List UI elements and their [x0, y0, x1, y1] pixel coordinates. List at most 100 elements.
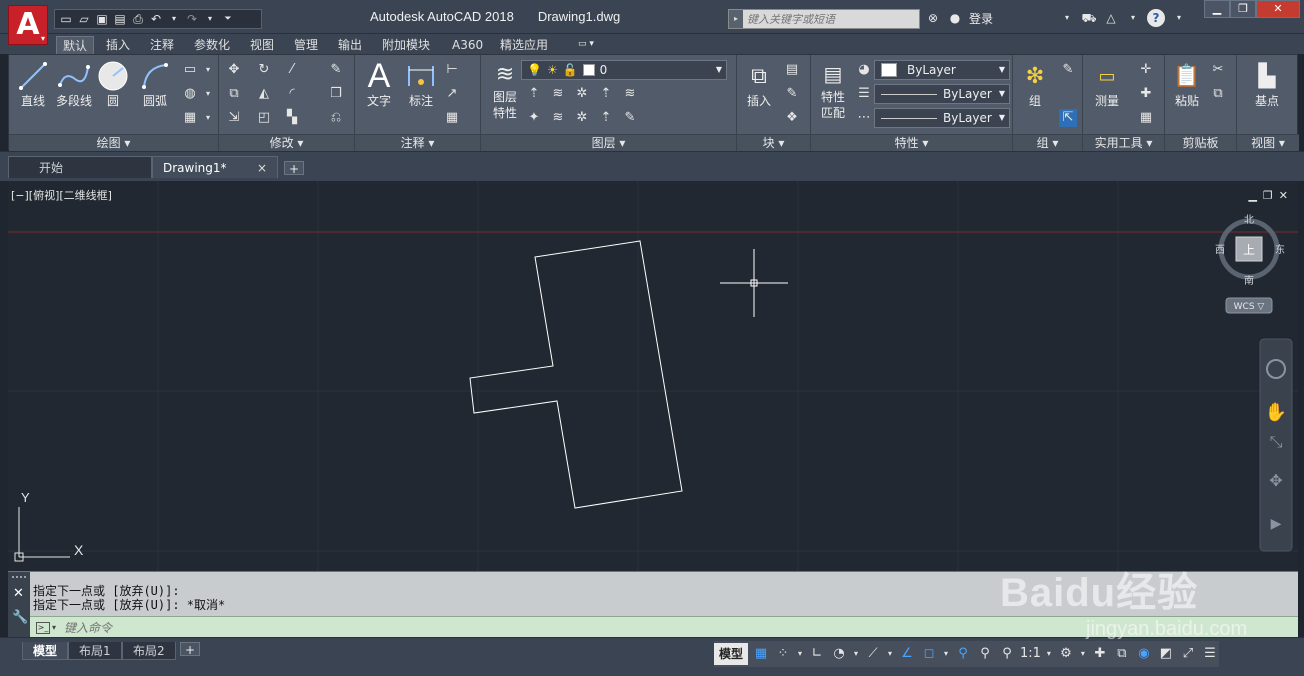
- wrench-icon[interactable]: 🔧: [12, 610, 28, 625]
- lineweight-icon[interactable]: ☰: [855, 85, 873, 103]
- move-icon[interactable]: ✥: [225, 61, 243, 79]
- expand-search-icon[interactable]: ▸: [729, 10, 743, 28]
- application-menu-button[interactable]: A ▾: [8, 5, 48, 45]
- layer-tool-icon[interactable]: ✲: [573, 85, 591, 103]
- measure-button[interactable]: ▭ 测量: [1085, 59, 1129, 109]
- point-icon[interactable]: ✛: [1137, 61, 1155, 79]
- viewport-controls-label[interactable]: [−][俯视][二维线框]: [11, 187, 112, 203]
- open-folder-icon[interactable]: ▱: [77, 12, 91, 26]
- chevron-down-icon[interactable]: ▾: [199, 109, 217, 127]
- rotate-icon[interactable]: ↻: [255, 61, 273, 79]
- tab-a360[interactable]: A360: [446, 36, 489, 54]
- chevron-down-icon[interactable]: ▾: [1045, 643, 1053, 665]
- redo-icon[interactable]: ↷: [185, 12, 199, 26]
- cart-icon[interactable]: ⛟: [1081, 10, 1097, 26]
- layer-tool-icon[interactable]: ⇡: [597, 109, 615, 127]
- close-tab-icon[interactable]: ×: [257, 157, 267, 179]
- tab-featured-apps[interactable]: 精选应用: [494, 36, 554, 54]
- chevron-down-icon[interactable]: ▾: [203, 12, 217, 26]
- save-icon[interactable]: ▣: [95, 12, 109, 26]
- hardware-acceleration-icon[interactable]: ◉: [1135, 643, 1153, 665]
- annotation-visibility-icon[interactable]: ⚲: [954, 643, 972, 665]
- insert-block-button[interactable]: ⧉ 插入: [739, 59, 779, 109]
- group-select-icon[interactable]: ⇱: [1059, 109, 1077, 127]
- clipboard-panel-footer[interactable]: 剪贴板: [1165, 134, 1236, 151]
- tab-manage[interactable]: 管理: [288, 36, 324, 54]
- utilities-panel-footer[interactable]: 实用工具 ▾: [1083, 134, 1164, 151]
- ortho-mode-icon[interactable]: ∟: [808, 643, 826, 665]
- tab-output[interactable]: 输出: [332, 36, 368, 54]
- chevron-down-icon[interactable]: ▾: [1059, 10, 1075, 26]
- hatch-icon[interactable]: ◍: [181, 85, 199, 103]
- minimize-button[interactable]: ▁: [1204, 0, 1230, 18]
- boundary-icon[interactable]: ▦: [181, 109, 199, 127]
- compass-east[interactable]: 东: [1275, 243, 1285, 256]
- polyline-button[interactable]: 多段线: [51, 59, 97, 109]
- pan-hand-icon[interactable]: ✋: [1265, 401, 1287, 423]
- color-dropdown[interactable]: ByLayer ▼: [874, 60, 1010, 80]
- layer-tool-icon[interactable]: ≋: [621, 85, 639, 103]
- grid-display-icon[interactable]: ▦: [752, 643, 770, 665]
- layer-tool-icon[interactable]: ✲: [573, 109, 591, 127]
- mirror-icon[interactable]: ◭: [255, 85, 273, 103]
- ribbon-minimize-toggle[interactable]: ▭ ▾: [578, 38, 606, 50]
- chevron-down-icon[interactable]: ▾: [199, 85, 217, 103]
- tab-insert[interactable]: 插入: [100, 36, 136, 54]
- draw-panel-footer[interactable]: 绘图 ▾: [9, 134, 218, 151]
- plus-icon[interactable]: ✚: [1091, 643, 1109, 665]
- line-button[interactable]: 直线: [13, 59, 53, 109]
- chevron-down-icon[interactable]: ▾: [52, 623, 56, 632]
- new-layout-button[interactable]: +: [180, 642, 200, 657]
- clean-screen-icon[interactable]: ◩: [1157, 643, 1175, 665]
- object-snap-icon[interactable]: ◻: [920, 643, 938, 665]
- tab-parametric[interactable]: 参数化: [188, 36, 236, 54]
- tab-addins[interactable]: 附加模块: [376, 36, 436, 54]
- layer-tool-icon[interactable]: ✦: [525, 109, 543, 127]
- modify-panel-footer[interactable]: 修改 ▾: [219, 134, 354, 151]
- stretch-icon[interactable]: ⇲: [225, 109, 243, 127]
- layout-tab-layout2[interactable]: 布局2: [122, 642, 176, 660]
- copy-icon[interactable]: ⧉: [225, 85, 243, 103]
- search-input[interactable]: [743, 12, 913, 26]
- layer-tool-icon[interactable]: ≋: [549, 85, 567, 103]
- cut-icon[interactable]: ✂: [1209, 61, 1227, 79]
- lineweight-dropdown[interactable]: ByLayer ▼: [874, 108, 1010, 128]
- close-window-button[interactable]: ✕: [1256, 0, 1300, 18]
- layer-dropdown[interactable]: 💡 ☀ 🔓 0 ▼: [521, 60, 727, 80]
- auto-scale-icon[interactable]: ⚲: [976, 643, 994, 665]
- viewcube[interactable]: 上 北 南 西 东: [1215, 214, 1285, 287]
- block-panel-footer[interactable]: 块 ▾: [737, 134, 810, 151]
- explode-icon[interactable]: ❒: [327, 85, 345, 103]
- drag-handle-icon[interactable]: [12, 576, 26, 580]
- layer-tool-icon[interactable]: ✎: [621, 109, 639, 127]
- compass-south[interactable]: 南: [1244, 274, 1254, 287]
- circle-button[interactable]: 圆: [93, 59, 133, 109]
- linetype-icon[interactable]: ⋯: [855, 109, 873, 127]
- viewport-close-icon[interactable]: ✕: [1279, 189, 1288, 202]
- layer-tool-icon[interactable]: ≋: [549, 109, 567, 127]
- print-icon[interactable]: ⎙: [131, 12, 145, 26]
- edit-block-icon[interactable]: ✎: [783, 85, 801, 103]
- arc-button[interactable]: 圆弧: [135, 59, 175, 109]
- model-space-button[interactable]: 模型: [714, 643, 748, 665]
- scale-value[interactable]: 1:1: [1020, 643, 1041, 665]
- group-button[interactable]: ❇ 组: [1015, 59, 1055, 109]
- customize-qat-icon[interactable]: ⏷: [221, 12, 235, 26]
- color-wheel-icon[interactable]: ◕: [855, 61, 873, 79]
- chevron-down-icon[interactable]: ▾: [167, 12, 181, 26]
- new-tab-button[interactable]: +: [284, 161, 304, 176]
- orbit-icon[interactable]: ✥: [1269, 471, 1282, 490]
- paste-button[interactable]: 📋 粘贴: [1167, 59, 1207, 109]
- scale-icon[interactable]: ◰: [255, 109, 273, 127]
- tab-annotate[interactable]: 注释: [144, 36, 180, 54]
- restore-button[interactable]: ❐: [1230, 0, 1256, 18]
- chevron-down-icon[interactable]: ▾: [199, 61, 217, 79]
- ungroup-icon[interactable]: ✎: [1059, 61, 1077, 79]
- linear-dim-icon[interactable]: ⊢: [443, 61, 461, 79]
- chevron-down-icon[interactable]: ▾: [1171, 10, 1187, 26]
- polar-tracking-icon[interactable]: ◔: [830, 643, 848, 665]
- copy-clip-icon[interactable]: ⧉: [1209, 85, 1227, 103]
- fullscreen-icon[interactable]: ⤢: [1179, 643, 1197, 665]
- offset-icon[interactable]: ⎌: [327, 109, 345, 127]
- help-button[interactable]: ?: [1147, 9, 1165, 27]
